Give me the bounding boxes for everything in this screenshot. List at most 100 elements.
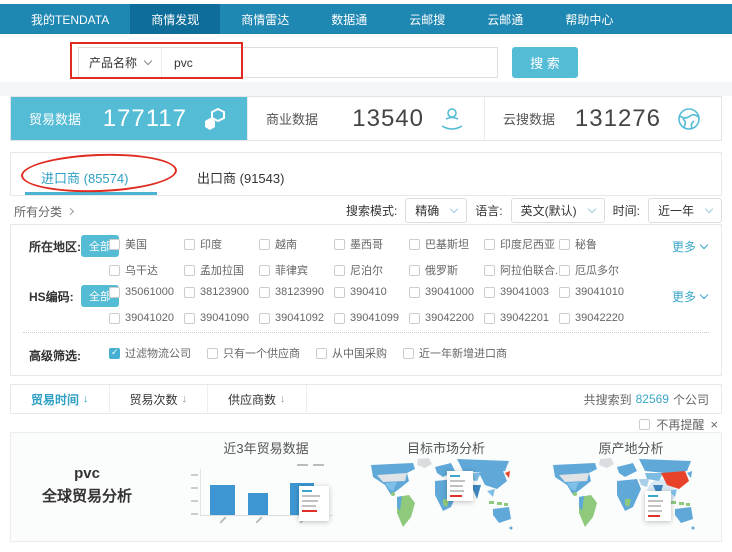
checkbox[interactable] [184, 239, 195, 250]
checkbox[interactable] [409, 265, 420, 276]
checkbox[interactable] [334, 239, 345, 250]
stat-business-data[interactable]: 商业数据 13540 [247, 97, 484, 140]
region-option[interactable]: 巴基斯坦 [409, 236, 484, 252]
hs-option[interactable]: 35061000 [109, 286, 184, 298]
checkbox[interactable] [184, 265, 195, 276]
hs-option[interactable]: 39042220 [559, 312, 634, 324]
checkbox[interactable] [334, 287, 345, 298]
checkbox[interactable] [484, 287, 495, 298]
checkbox[interactable] [484, 313, 495, 324]
region-option[interactable]: 乌干达 [109, 262, 184, 278]
checkbox[interactable] [403, 348, 414, 359]
advanced-option-single-supplier[interactable]: 只有一个供应商 [207, 345, 300, 361]
search-button[interactable]: 搜 索 [512, 47, 578, 78]
hs-option[interactable]: 390410 [334, 286, 409, 298]
checkbox[interactable] [559, 287, 570, 298]
language-value: 英文(默认) [521, 202, 577, 219]
checkbox[interactable] [409, 239, 420, 250]
checkbox[interactable] [259, 265, 270, 276]
hs-option[interactable]: 38123990 [259, 286, 334, 298]
checkbox[interactable] [184, 287, 195, 298]
region-option[interactable]: 孟加拉国 [184, 262, 259, 278]
region-option[interactable]: 越南 [259, 236, 334, 252]
region-option[interactable]: 菲律宾 [259, 262, 334, 278]
region-option[interactable]: 印度尼西亚 [484, 236, 559, 252]
checkbox[interactable] [109, 239, 120, 250]
nav-item-data-link[interactable]: 数据通 [310, 4, 388, 34]
search-field-label: 产品名称 [89, 54, 137, 71]
checkbox[interactable] [559, 265, 570, 276]
trade-3yr-bar-chart[interactable] [191, 455, 341, 537]
checkbox[interactable] [559, 239, 570, 250]
checkbox[interactable] [109, 265, 120, 276]
stat-cloud-search-data[interactable]: 云搜数据 131276 [484, 97, 721, 140]
hs-option[interactable]: 39042200 [409, 312, 484, 324]
sort-by-trade-count[interactable]: 贸易次数 ↓ [110, 385, 209, 413]
hs-option[interactable]: 38123900 [184, 286, 259, 298]
region-option[interactable]: 秘鲁 [559, 236, 634, 252]
hs-option[interactable]: 39041090 [184, 312, 259, 324]
advanced-option-buy-from-china[interactable]: 从中国采购 [316, 345, 387, 361]
region-option[interactable]: 阿拉伯联合... [484, 262, 559, 278]
nav-item-help-center[interactable]: 帮助中心 [544, 4, 634, 34]
checkbox[interactable] [334, 313, 345, 324]
checkbox[interactable] [184, 313, 195, 324]
dismiss-checkbox[interactable] [639, 419, 650, 430]
hs-option[interactable]: 39042201 [484, 312, 559, 324]
hs-option[interactable]: 39041092 [259, 312, 334, 324]
tab-exporters[interactable]: 出口商 (91543) [197, 168, 284, 187]
hs-option[interactable]: 39041010 [559, 286, 634, 298]
close-icon[interactable]: × [710, 417, 718, 432]
sort-by-supplier-count[interactable]: 供应商数 ↓ [208, 385, 307, 413]
checkbox[interactable] [409, 287, 420, 298]
language-select[interactable]: 英文(默认) [511, 198, 605, 223]
tab-importers[interactable]: 进口商 (85574) [41, 168, 128, 187]
search-field-dropdown[interactable]: 产品名称 [79, 48, 162, 77]
time-select[interactable]: 近一年 [648, 198, 722, 223]
nav-item-business-radar[interactable]: 商情雷达 [220, 4, 310, 34]
checkbox[interactable] [259, 287, 270, 298]
chevron-down-icon [700, 241, 708, 249]
checkbox-checked[interactable] [109, 348, 120, 359]
hs-more-link[interactable]: 更多 [672, 288, 707, 305]
nav-item-business-discovery[interactable]: 商情发现 [130, 4, 220, 34]
checkbox[interactable] [259, 239, 270, 250]
hs-option[interactable]: 39041099 [334, 312, 409, 324]
checkbox[interactable] [409, 313, 420, 324]
region-option[interactable]: 印度 [184, 236, 259, 252]
region-option[interactable]: 墨西哥 [334, 236, 409, 252]
checkbox[interactable] [484, 265, 495, 276]
time-value: 近一年 [658, 202, 694, 219]
search-mode-select[interactable]: 精确 [405, 198, 467, 223]
nav-item-my-tendata[interactable]: 我的TENDATA [10, 4, 130, 34]
hs-option[interactable]: 39041020 [109, 312, 184, 324]
nav-item-cloud-mail-search[interactable]: 云邮搜 [388, 4, 466, 34]
nav-item-cloud-mail[interactable]: 云邮通 [466, 4, 544, 34]
stat-trade-data[interactable]: 贸易数据 177117 [11, 97, 247, 140]
hs-option[interactable]: 39041000 [409, 286, 484, 298]
checkbox[interactable] [559, 313, 570, 324]
target-market-map[interactable] [363, 455, 513, 535]
origin-map[interactable] [545, 455, 695, 535]
checkbox[interactable] [316, 348, 327, 359]
search-input[interactable]: pvc [162, 56, 497, 70]
result-count: 82569 [636, 392, 669, 406]
region-option[interactable]: 尼泊尔 [334, 262, 409, 278]
checkbox[interactable] [109, 287, 120, 298]
checkbox[interactable] [109, 313, 120, 324]
region-option[interactable]: 美国 [109, 236, 184, 252]
advanced-option-filter-logistics[interactable]: 过滤物流公司 [109, 345, 191, 361]
sort-by-trade-time[interactable]: 贸易时间 ↓ [11, 385, 110, 413]
region-option[interactable]: 俄罗斯 [409, 262, 484, 278]
checkbox[interactable] [207, 348, 218, 359]
region-more-link[interactable]: 更多 [672, 238, 707, 255]
hs-option[interactable]: 39041003 [484, 286, 559, 298]
advanced-option-new-importers[interactable]: 近一年新增进口商 [403, 345, 507, 361]
business-person-icon [438, 105, 466, 133]
language-label: 语言: [475, 202, 502, 219]
region-option[interactable]: 厄瓜多尔 [559, 262, 634, 278]
checkbox[interactable] [259, 313, 270, 324]
checkbox[interactable] [484, 239, 495, 250]
checkbox[interactable] [334, 265, 345, 276]
all-categories-link[interactable]: 所有分类 [14, 203, 73, 220]
